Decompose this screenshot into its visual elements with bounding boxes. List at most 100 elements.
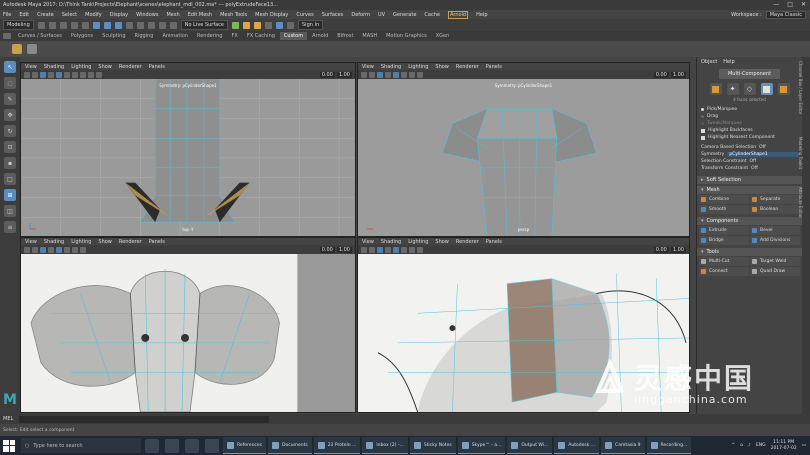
taskbar-item[interactable]: Documents xyxy=(268,437,312,454)
wireframe-icon[interactable] xyxy=(385,246,391,253)
shadows-icon[interactable] xyxy=(417,246,423,253)
viewport-canvas[interactable] xyxy=(358,254,689,412)
smooth-shade-icon[interactable] xyxy=(393,246,399,253)
edge-browser-icon[interactable] xyxy=(185,438,199,453)
vp-menu-shading[interactable]: Shading xyxy=(44,64,64,70)
microphone-icon[interactable] xyxy=(145,438,159,453)
object-mode-button[interactable] xyxy=(709,83,722,95)
shadows-icon[interactable] xyxy=(80,246,86,253)
exposure-field[interactable]: 0.00 xyxy=(653,71,669,78)
paint-select-icon[interactable]: ✎ xyxy=(4,93,16,105)
textured-icon[interactable] xyxy=(64,71,70,78)
viewport-canvas[interactable] xyxy=(358,79,689,236)
vp-menu-shading[interactable]: Shading xyxy=(44,239,64,245)
vp-menu-show[interactable]: Show xyxy=(98,239,112,245)
shelf-tab-rigging[interactable]: Rigging xyxy=(131,32,158,40)
mesh-section-header[interactable]: ▾ Mesh xyxy=(697,186,802,194)
menu-curves[interactable]: Curves xyxy=(296,12,313,18)
snap-grid-icon[interactable] xyxy=(125,21,133,29)
side-tab-modeling-toolkit[interactable]: Modeling Toolkit xyxy=(798,137,803,169)
menu-deform[interactable]: Deform xyxy=(351,12,370,18)
camera-icon[interactable] xyxy=(24,246,30,253)
camera-attr-icon[interactable] xyxy=(369,246,375,253)
notifications-icon[interactable]: ▭ xyxy=(802,443,806,448)
taskbar-search[interactable]: ○ Type here to search xyxy=(21,438,141,453)
camera-icon[interactable] xyxy=(361,71,367,78)
vp-menu-view[interactable]: View xyxy=(25,239,37,245)
select-component-icon[interactable] xyxy=(114,21,122,29)
side-tab-channel-box[interactable]: Channel Box / Layer Editor xyxy=(798,61,803,114)
vp-menu-show[interactable]: Show xyxy=(435,64,449,70)
vp-menu-shading[interactable]: Shading xyxy=(381,239,401,245)
menu-edit[interactable]: Edit xyxy=(19,12,29,18)
target-weld-button[interactable]: Target Weld xyxy=(750,257,800,266)
gamma-field[interactable]: 1.00 xyxy=(336,71,352,78)
menu-select[interactable]: Select xyxy=(62,12,77,18)
taskbar-item[interactable]: Output Wi... xyxy=(507,437,553,454)
ipr-render-icon[interactable] xyxy=(254,21,261,29)
vp-menu-lighting[interactable]: Lighting xyxy=(408,64,428,70)
close-button[interactable]: ✕ xyxy=(801,1,806,8)
wireframe-icon[interactable] xyxy=(48,246,54,253)
camera-attr-icon[interactable] xyxy=(32,246,38,253)
smooth-button[interactable]: Smooth xyxy=(699,205,749,214)
camera-based-selection-row[interactable]: Camera Based Selection Off xyxy=(697,144,802,151)
menu-cache[interactable]: Cache xyxy=(424,12,440,18)
side-tab-attribute-editor[interactable]: Attribute Editor xyxy=(798,187,803,218)
menu-edit-mesh[interactable]: Edit Mesh xyxy=(188,12,212,18)
render-settings-icon[interactable] xyxy=(265,21,272,29)
last-tool-icon[interactable]: ▪ xyxy=(4,157,16,169)
option-pick-marquee[interactable]: Pick/Marquee xyxy=(697,106,802,113)
tray-chevron-icon[interactable]: ^ xyxy=(731,443,735,448)
shelf-tab-bifrost[interactable]: Bifrost xyxy=(333,32,357,40)
select-hierarchy-icon[interactable] xyxy=(92,21,100,29)
shelf-tab-arnold[interactable]: Arnold xyxy=(308,32,332,40)
shelf-tab-rendering[interactable]: Rendering xyxy=(193,32,227,40)
vp-menu-lighting[interactable]: Lighting xyxy=(71,239,91,245)
textured-icon[interactable] xyxy=(64,246,70,253)
exposure-field[interactable]: 0.00 xyxy=(319,71,335,78)
bridge-button[interactable]: Bridge xyxy=(699,236,749,245)
panel-menu-help[interactable]: Help xyxy=(723,59,734,65)
vp-menu-panels[interactable]: Panels xyxy=(486,64,502,70)
symmetry-select[interactable]: pCylinderShape1 xyxy=(727,152,798,157)
extrude-button[interactable]: Extrude xyxy=(699,226,749,235)
network-icon[interactable]: ⌂ xyxy=(740,443,743,448)
live-surface-field[interactable]: No Live Surface xyxy=(180,20,228,30)
shadows-icon[interactable] xyxy=(80,71,86,78)
taskbar-item[interactable]: References xyxy=(223,437,267,454)
gamma-field[interactable]: 1.00 xyxy=(336,246,352,253)
exposure-field[interactable]: 0.00 xyxy=(319,246,335,253)
face-mode-button[interactable] xyxy=(760,83,773,95)
viewport-bottom-right[interactable]: View Shading Lighting Show Renderer Pane… xyxy=(357,237,690,413)
taskbar-item[interactable]: Skype™ - a... xyxy=(457,437,506,454)
minimize-button[interactable]: — xyxy=(773,1,779,8)
viewport-bottom-left[interactable]: View Shading Lighting Show Renderer Pane… xyxy=(20,237,356,413)
option-drag[interactable]: Drag xyxy=(697,113,802,120)
textured-icon[interactable] xyxy=(401,246,407,253)
transform-constraint-row[interactable]: Transform Constraint Off xyxy=(697,165,802,172)
option-highlight-backfaces[interactable]: Highlight Backfaces xyxy=(697,127,802,134)
snap-view-icon[interactable] xyxy=(158,21,166,29)
vp-menu-panels[interactable]: Panels xyxy=(149,64,165,70)
shelf-tab-curves-surfaces[interactable]: Curves / Surfaces xyxy=(14,32,66,40)
camera-attr-icon[interactable] xyxy=(32,71,38,78)
vp-menu-shading[interactable]: Shading xyxy=(381,64,401,70)
file-explorer-icon[interactable] xyxy=(205,438,219,453)
vp-menu-lighting[interactable]: Lighting xyxy=(71,64,91,70)
outliner-view-icon[interactable]: ≡ xyxy=(4,221,16,233)
viewport-top-right[interactable]: View Shading Lighting Show Renderer Pane… xyxy=(357,62,690,237)
lights-icon[interactable] xyxy=(72,246,78,253)
vp-menu-renderer[interactable]: Renderer xyxy=(456,239,479,245)
viewport-canvas[interactable] xyxy=(21,79,355,236)
volume-icon[interactable]: ♪ xyxy=(748,443,751,448)
grid-icon[interactable] xyxy=(377,71,383,78)
vp-menu-panels[interactable]: Panels xyxy=(486,239,502,245)
grid-icon[interactable] xyxy=(40,246,46,253)
shelf-gear-icon[interactable] xyxy=(3,33,11,39)
mode-select[interactable]: Modeling xyxy=(3,20,34,30)
menu-arnold[interactable]: Arnold xyxy=(447,10,469,19)
mel-input[interactable] xyxy=(19,415,270,423)
wireframe-icon[interactable] xyxy=(48,71,54,78)
gamma-field[interactable]: 1.00 xyxy=(670,71,686,78)
